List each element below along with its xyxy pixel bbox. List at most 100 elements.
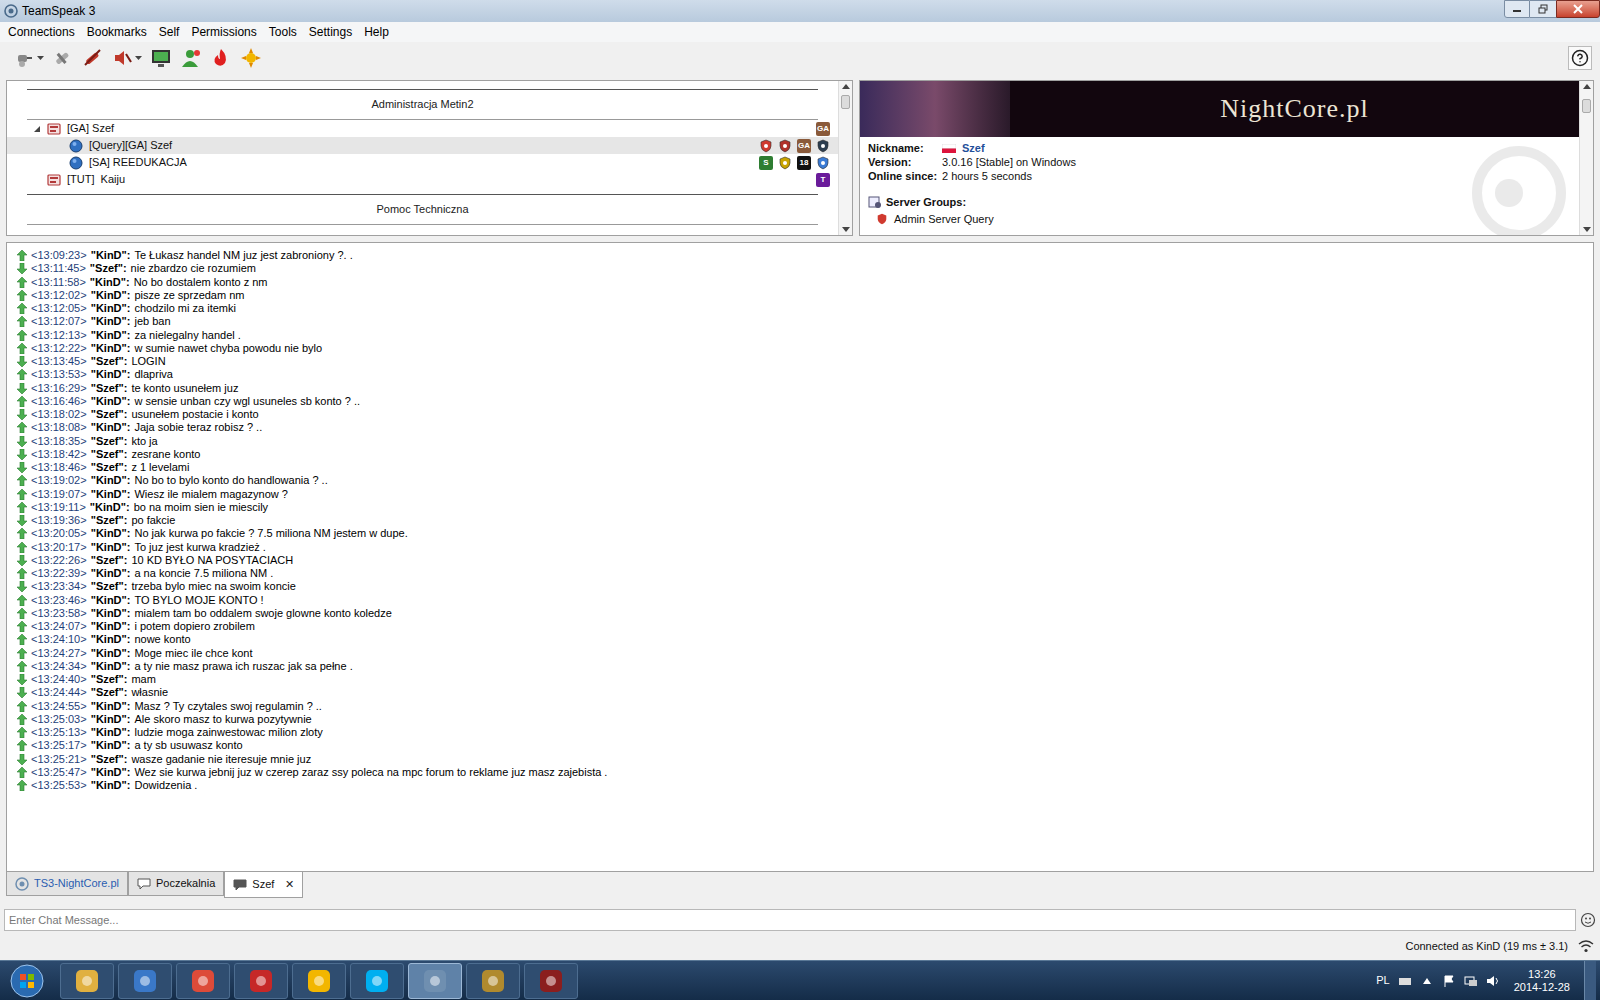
help-button[interactable] [1568,46,1592,70]
show-desktop-button[interactable] [1584,961,1596,1000]
message-author[interactable]: "KinD": [91,249,131,262]
message-author[interactable]: "KinD": [90,276,130,289]
message-author[interactable]: "KinD": [91,620,131,633]
taskbar-app[interactable] [524,963,578,999]
message-author[interactable]: "KinD": [91,342,131,355]
expand-arrow-icon[interactable] [33,125,41,133]
taskbar-app[interactable] [408,963,462,999]
scrollbar[interactable] [1579,81,1593,235]
message-author[interactable]: "KinD": [91,488,131,501]
message-author[interactable]: "Szef": [91,448,128,461]
message-author[interactable]: "KinD": [91,766,131,779]
menu-item[interactable]: Self [153,25,186,39]
close-icon[interactable] [1573,4,1583,14]
message-author[interactable]: "Szef": [91,554,128,567]
tray-icon[interactable] [1486,974,1500,988]
restore-icon[interactable] [1538,4,1548,14]
message-author[interactable]: "KinD": [91,527,131,540]
message-author[interactable]: "Szef": [91,355,128,368]
clock[interactable]: 13:262014-12-28 [1508,968,1576,994]
minimize-icon[interactable] [1512,5,1522,13]
taskbar-app[interactable] [60,963,114,999]
flame-icon[interactable] [210,47,232,69]
channel-row[interactable]: [TUT] KaijuT [7,171,838,188]
app-icon[interactable] [190,968,216,994]
start-button[interactable] [0,961,54,1000]
dropdown-arrow-icon[interactable] [37,56,44,61]
message-author[interactable]: "Szef": [91,753,128,766]
message-author[interactable]: "KinD": [91,315,131,328]
message-author[interactable]: "KinD": [91,779,131,792]
message-author[interactable]: "KinD": [91,726,131,739]
away-icon[interactable] [150,47,172,69]
app-icon[interactable] [248,968,274,994]
message-author[interactable]: "KinD": [91,368,131,381]
message-author[interactable]: "Szef": [90,262,127,275]
app-icon[interactable] [364,968,390,994]
message-author[interactable]: "Szef": [91,435,128,448]
tray-icon[interactable] [1464,974,1478,988]
message-author[interactable]: "KinD": [91,302,131,315]
taskbar-app[interactable] [118,963,172,999]
app-icon[interactable] [538,968,564,994]
bookmark-icon[interactable] [52,47,74,69]
message-author[interactable]: "KinD": [91,739,131,752]
message-author[interactable]: "KinD": [91,329,131,342]
app-icon[interactable] [132,968,158,994]
menu-item[interactable]: Bookmarks [81,25,153,39]
sun-icon[interactable] [240,47,262,69]
message-author[interactable]: "KinD": [91,421,131,434]
help-icon[interactable] [1571,49,1589,67]
app-icon[interactable] [306,968,332,994]
app-icon[interactable] [480,968,506,994]
message-author[interactable]: "KinD": [91,647,131,660]
tray-icon[interactable] [1398,974,1412,988]
taskbar-app[interactable] [292,963,346,999]
scroll-up-icon[interactable] [839,81,853,93]
message-author[interactable]: "KinD": [91,474,131,487]
scrollbar[interactable] [838,81,852,235]
restore-button[interactable] [1530,0,1556,18]
client-row[interactable]: [SA] REEDUKACJAS18 [7,154,838,171]
message-author[interactable]: "KinD": [91,700,131,713]
subscribe-icon[interactable] [180,47,202,69]
client-row[interactable]: [Query][GA] SzefGA [7,137,838,154]
minimize-button[interactable] [1504,0,1530,18]
disconnect-icon[interactable] [82,47,104,69]
chat-tab[interactable]: TS3-NightCore.pl [6,872,128,896]
message-author[interactable]: "Szef": [91,461,128,474]
message-author[interactable]: "KinD": [91,289,131,302]
taskbar-app[interactable] [350,963,404,999]
connect-icon[interactable] [14,47,36,69]
chat-tab[interactable]: Poczekalnia [128,872,224,896]
emoticon-icon[interactable] [1580,912,1596,928]
chat-tab[interactable]: Szef✕ [224,872,303,898]
tray-icon[interactable] [1442,974,1456,988]
channel-spacer[interactable]: Pomoc Techniczna [27,194,818,225]
menu-item[interactable]: Settings [303,25,358,39]
tab-close-button[interactable]: ✕ [285,878,294,891]
message-author[interactable]: "KinD": [91,713,131,726]
menu-item[interactable]: Connections [2,25,81,39]
channel-spacer[interactable]: Administracja Metin2 [27,89,818,120]
app-icon[interactable] [422,968,448,994]
menu-item[interactable]: Help [358,25,395,39]
message-author[interactable]: "KinD": [90,501,130,514]
chat-input[interactable]: Enter Chat Message... [4,909,1576,931]
taskbar-app[interactable] [234,963,288,999]
message-author[interactable]: "KinD": [91,633,131,646]
message-author[interactable]: "Szef": [91,408,128,421]
language-indicator[interactable]: PL [1376,974,1389,987]
tray-icon[interactable] [1420,974,1434,988]
taskbar-app[interactable] [176,963,230,999]
close-button[interactable] [1556,0,1600,18]
message-author[interactable]: "KinD": [91,594,131,607]
scroll-up-icon[interactable] [1580,81,1594,93]
menu-item[interactable]: Tools [263,25,303,39]
message-author[interactable]: "KinD": [91,395,131,408]
message-author[interactable]: "Szef": [91,580,128,593]
message-author[interactable]: "Szef": [91,673,128,686]
message-author[interactable]: "Szef": [91,382,128,395]
mute-icon[interactable] [112,47,134,69]
taskbar-app[interactable] [466,963,520,999]
